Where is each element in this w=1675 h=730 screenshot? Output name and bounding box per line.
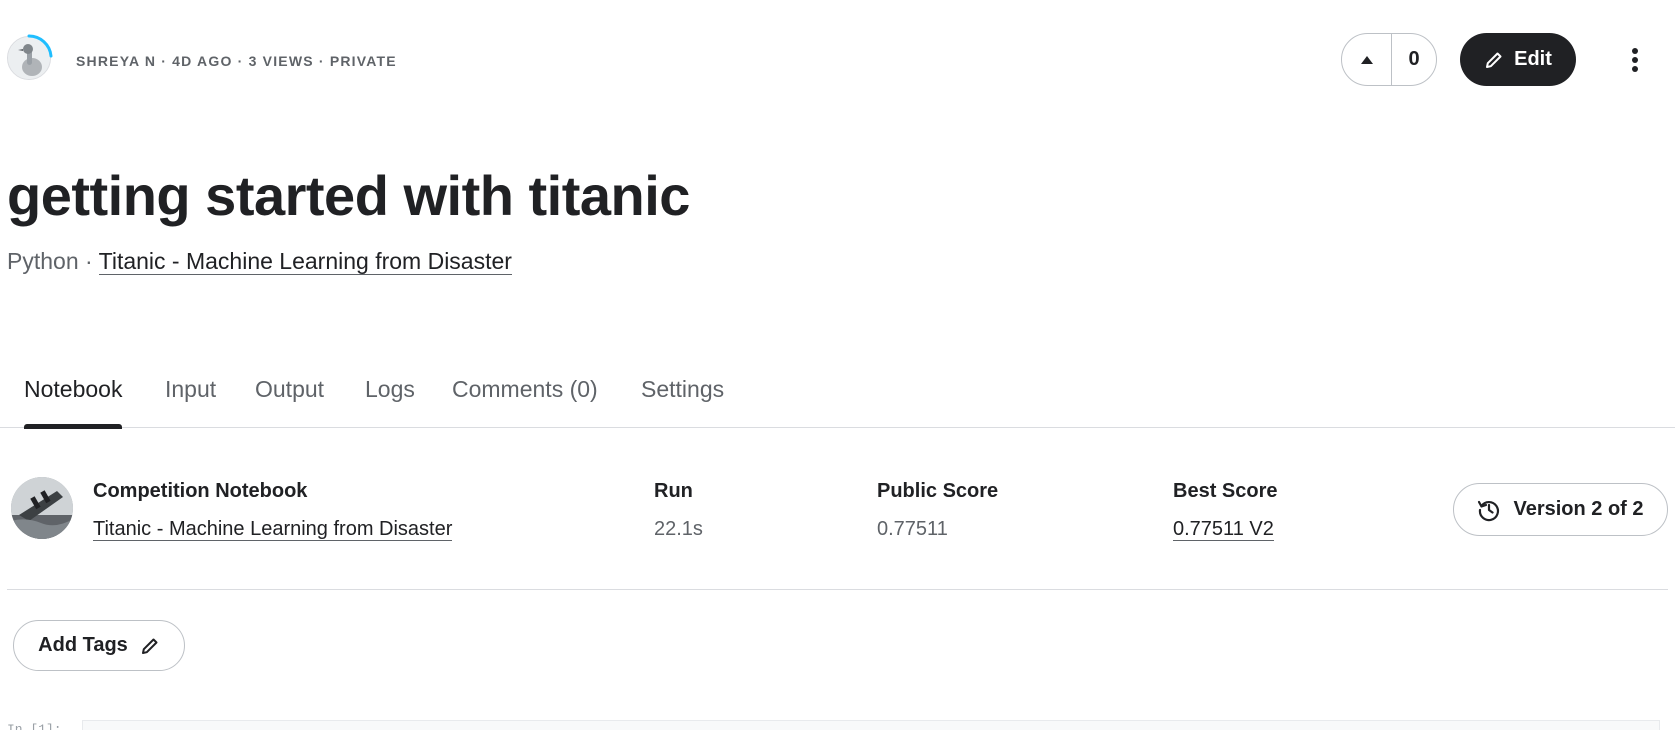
version-label: Version 2 of 2 — [1513, 498, 1644, 520]
competition-link[interactable]: Titanic - Machine Learning from Disaster — [98, 248, 512, 275]
code-cell[interactable] — [82, 720, 1660, 730]
competition-info-link[interactable]: Titanic - Machine Learning from Disaster — [93, 518, 453, 541]
version-button[interactable]: Version 2 of 2 — [1453, 483, 1668, 536]
add-tags-button[interactable]: Add Tags — [13, 620, 185, 671]
best-score-label: Best Score — [1173, 480, 1278, 502]
add-tags-label: Add Tags — [38, 634, 128, 656]
language-label: Python — [7, 248, 79, 274]
cell-prompt: In [1]: — [7, 722, 62, 730]
vote-count: 0 — [1408, 48, 1420, 70]
tab-input[interactable]: Input — [165, 376, 216, 428]
more-options-button[interactable] — [1617, 38, 1653, 82]
subtitle-separator: · — [78, 248, 99, 274]
edit-label: Edit — [1514, 48, 1552, 70]
run-value: 22.1s — [654, 518, 703, 540]
competition-image[interactable] — [11, 477, 73, 539]
competition-value: Titanic - Machine Learning from Disaster — [93, 518, 453, 541]
progress-ring-icon — [27, 34, 53, 58]
competition-label: Competition Notebook — [93, 480, 308, 502]
history-icon — [1478, 500, 1500, 521]
more-vert-icon — [1632, 48, 1638, 72]
tab-settings[interactable]: Settings — [641, 376, 724, 428]
notebook-title: getting started with titanic — [7, 164, 690, 227]
public-score-value: 0.77511 — [877, 518, 948, 540]
tab-logs[interactable]: Logs — [365, 376, 415, 428]
public-score-label: Public Score — [877, 480, 999, 502]
section-divider — [7, 589, 1668, 590]
pencil-icon — [141, 638, 158, 654]
titanic-ship-icon — [11, 477, 73, 539]
caret-up-icon — [1360, 55, 1373, 64]
pencil-icon — [1486, 52, 1502, 68]
best-score-value: 0.77511 V2 — [1173, 518, 1274, 541]
tab-output[interactable]: Output — [255, 376, 324, 428]
notebook-meta: SHREYA N · 4D AGO · 3 VIEWS · PRIVATE — [76, 53, 397, 69]
tab-comments[interactable]: Comments (0) — [452, 376, 598, 428]
run-label: Run — [654, 480, 693, 502]
best-score-link[interactable]: 0.77511 V2 — [1173, 518, 1274, 541]
notebook-subtitle: Python · Titanic - Machine Learning from… — [7, 248, 512, 275]
edit-button[interactable]: Edit — [1460, 33, 1576, 86]
notebook-tabs: Notebook Input Output Logs Comments (0) … — [0, 372, 1675, 429]
vote-widget: 0 — [1341, 33, 1437, 86]
upvote-button[interactable] — [1342, 34, 1392, 85]
tab-notebook[interactable]: Notebook — [24, 376, 123, 429]
